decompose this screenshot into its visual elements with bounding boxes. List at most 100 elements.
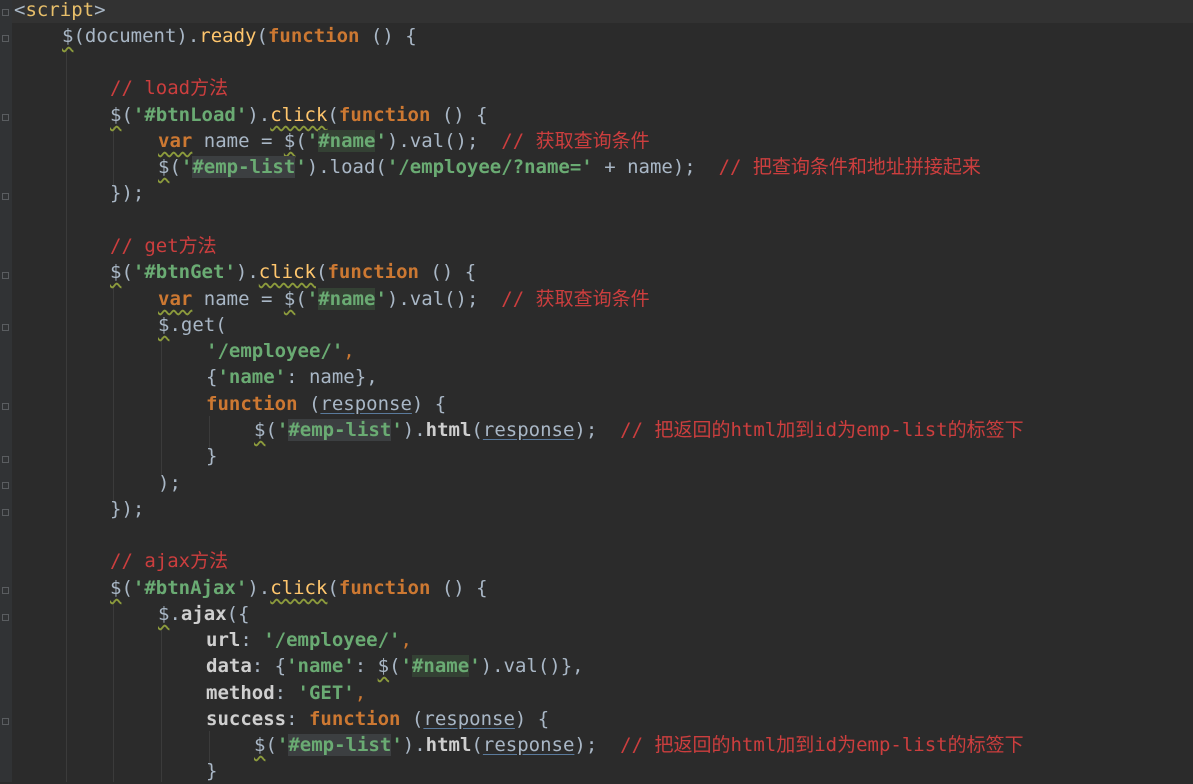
token: #btnGet	[144, 261, 225, 283]
token: ,	[343, 340, 355, 362]
code-line[interactable]: function (response) {	[206, 391, 446, 417]
fold-marker[interactable]	[2, 324, 9, 331]
code-line[interactable]: // load方法	[110, 75, 228, 101]
code-line[interactable]: });	[110, 180, 144, 206]
token: ajax	[180, 603, 227, 625]
code-line[interactable]: $.get(	[158, 312, 227, 338]
token: name	[308, 366, 355, 388]
fold-marker[interactable]	[2, 114, 9, 121]
code-line[interactable]: $('#emp-list').html(response); // 把返回的ht…	[254, 417, 1024, 443]
token: response	[423, 708, 515, 730]
code-line[interactable]: // ajax方法	[110, 548, 228, 574]
token: ).load(	[306, 156, 387, 178]
token: $	[283, 288, 296, 310]
token: },	[354, 366, 378, 388]
code-line[interactable]: $(document).ready(function () {	[62, 23, 417, 49]
comment: // get方法	[110, 235, 217, 257]
token: '	[391, 734, 403, 756]
indent-guide	[66, 48, 67, 782]
token: ).	[235, 261, 259, 283]
token: (	[315, 261, 328, 283]
code-line[interactable]: <script>	[12, 0, 1193, 23]
token: function	[206, 393, 298, 415]
fold-marker[interactable]	[2, 718, 9, 725]
code-line[interactable]: $('#btnAjax').click(function () {	[110, 575, 488, 601]
code-line[interactable]: var name = $('#name').val(); // 获取查询条件	[158, 128, 650, 154]
token: $	[110, 261, 122, 283]
token: +	[592, 156, 628, 178]
token: '	[375, 288, 387, 310]
code-line[interactable]: }	[206, 443, 217, 469]
code-line[interactable]: $('#btnGet').click(function () {	[110, 259, 476, 285]
fold-marker[interactable]	[2, 193, 9, 200]
token: url	[206, 629, 241, 651]
token: ).val();	[386, 130, 479, 152]
code-line[interactable]: data: {'name': $('#name').val()},	[206, 653, 584, 679]
token: #btnAjax	[144, 577, 236, 599]
token: (	[295, 130, 307, 152]
fold-marker[interactable]	[2, 272, 9, 279]
token: ).val();	[386, 288, 479, 310]
fold-marker[interactable]	[2, 587, 9, 594]
code-editor[interactable]: <script> $(document).ready(function () {…	[0, 0, 1193, 782]
token: 'name'	[217, 366, 287, 388]
token: ready	[199, 25, 257, 47]
token: '	[132, 104, 145, 126]
token: =	[249, 288, 284, 310]
code-line[interactable]: }	[206, 758, 217, 784]
token: $	[254, 419, 266, 441]
code-line[interactable]: // get方法	[110, 233, 217, 259]
code-line[interactable]: $('#btnLoad').click(function () {	[110, 102, 488, 128]
code-line[interactable]: var name = $('#name').val(); // 获取查询条件	[158, 286, 650, 312]
code-line[interactable]: method: 'GET',	[206, 680, 366, 706]
token: ).val()},	[480, 655, 584, 677]
code-line[interactable]: $.ajax({	[158, 601, 250, 627]
token: (	[389, 655, 401, 677]
code-line[interactable]: {'name': name},	[206, 364, 378, 390]
fold-marker[interactable]	[2, 509, 9, 516]
fold-marker[interactable]	[2, 456, 9, 463]
fold-marker[interactable]	[2, 35, 9, 42]
fold-marker[interactable]	[2, 614, 9, 621]
fold-marker[interactable]	[2, 403, 9, 410]
token: (	[295, 288, 307, 310]
token: '	[180, 156, 193, 178]
token: =	[249, 130, 284, 152]
code-line[interactable]: success: function (response) {	[206, 706, 549, 732]
code-line[interactable]: $('#emp-list').load('/employee/?name=' +…	[158, 154, 981, 180]
fold-marker[interactable]	[2, 482, 9, 489]
indent-guide	[161, 627, 162, 782]
code-line[interactable]: $('#emp-list').html(response); // 把返回的ht…	[254, 732, 1024, 758]
token: '	[132, 577, 145, 599]
token: #emp-list	[288, 734, 392, 756]
code-line[interactable]: );	[158, 470, 181, 496]
token: click	[270, 104, 328, 126]
token: () {	[359, 25, 417, 47]
token: (	[297, 393, 321, 415]
token: ({	[226, 603, 250, 625]
token: $	[158, 156, 170, 178]
token: '	[276, 734, 289, 756]
code-line[interactable]: });	[110, 496, 144, 522]
token: 'GET'	[297, 682, 355, 704]
token: );	[158, 472, 181, 494]
token: '	[306, 130, 319, 152]
fold-marker[interactable]	[2, 9, 9, 16]
code-line[interactable]: url: '/employee/',	[206, 627, 412, 653]
token: (	[265, 419, 277, 441]
token: >	[94, 0, 106, 21]
token: () {	[430, 104, 488, 126]
token: #btnLoad	[144, 104, 236, 126]
code-line[interactable]: '/employee/',	[206, 338, 355, 364]
token: });	[110, 498, 145, 520]
token: );	[574, 419, 598, 441]
token: .	[187, 25, 200, 47]
token: #name	[318, 130, 376, 152]
token: 'name'	[286, 655, 355, 677]
token: '	[235, 577, 248, 599]
token: <	[14, 0, 26, 21]
token: method	[206, 682, 275, 704]
token: function	[308, 708, 401, 730]
token: html	[425, 734, 472, 756]
token: '	[306, 288, 319, 310]
